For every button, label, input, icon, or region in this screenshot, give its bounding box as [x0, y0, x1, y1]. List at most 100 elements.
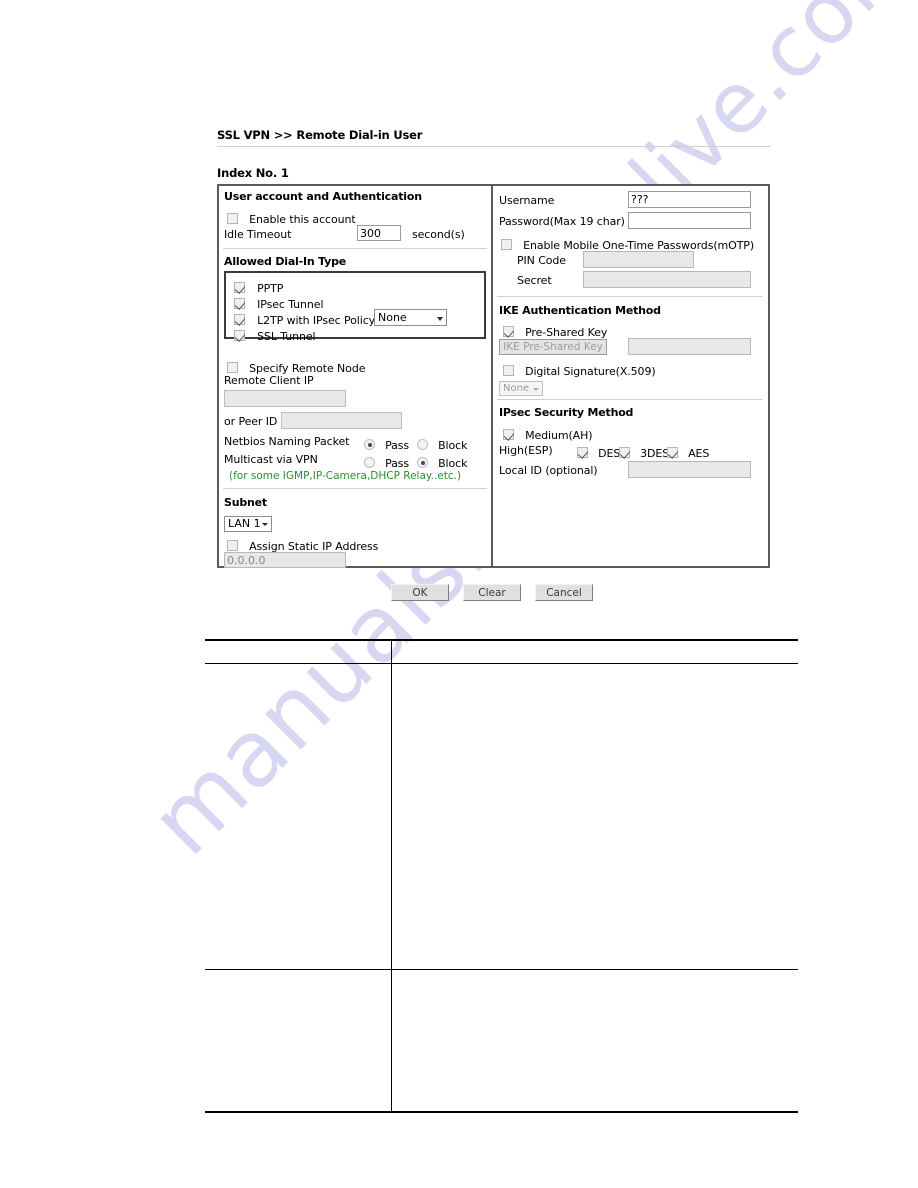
enable-account-row[interactable]: Enable this account [227, 208, 356, 227]
cipher-des-row[interactable]: DES [577, 442, 620, 461]
password-input[interactable] [628, 212, 751, 229]
cipher-aes-row[interactable]: AES [667, 442, 709, 461]
multicast-pass-radio[interactable] [364, 457, 375, 468]
idle-timeout-label: Idle Timeout [224, 228, 292, 241]
netbios-pass-label: Pass [385, 439, 410, 452]
table-row1-right [392, 664, 798, 969]
digital-signature-checkbox[interactable] [503, 365, 514, 376]
local-id-input[interactable] [628, 461, 751, 478]
aes-label: AES [688, 447, 710, 460]
user-account-section-title: User account and Authentication [224, 190, 422, 203]
ipsec-tunnel-checkbox[interactable] [234, 298, 245, 309]
pin-code-input[interactable] [583, 251, 694, 268]
l2tp-checkbox[interactable] [234, 314, 245, 325]
ok-button[interactable]: OK [391, 584, 449, 601]
remote-client-ip-input[interactable] [224, 390, 346, 407]
table-row1-left [205, 664, 391, 969]
pptp-checkbox[interactable] [234, 282, 245, 293]
dialin-item-ssl-tunnel[interactable]: SSL Tunnel [234, 325, 316, 344]
table-header-row [205, 641, 798, 663]
pre-shared-key-label: Pre-Shared Key [525, 326, 608, 339]
motp-checkbox[interactable] [501, 239, 512, 250]
enable-account-label: Enable this account [249, 213, 356, 226]
aes-checkbox[interactable] [667, 447, 678, 458]
settings-panel: User account and Authentication Enable t… [217, 184, 770, 568]
multicast-pass-option[interactable]: Pass [364, 452, 409, 471]
netbios-block-label: Block [438, 439, 468, 452]
medium-ah-row[interactable]: Medium(AH) [503, 424, 593, 443]
right-divider-2 [497, 399, 762, 400]
description-table [205, 639, 798, 1114]
dial-in-section-title: Allowed Dial-In Type [224, 255, 347, 268]
des-checkbox[interactable] [577, 447, 588, 458]
right-divider-1 [497, 296, 762, 297]
pin-code-label: PIN Code [517, 254, 566, 267]
multicast-note: (for some IGMP,IP-Camera,DHCP Relay..etc… [229, 470, 462, 482]
netbios-pass-option[interactable]: Pass [364, 434, 409, 453]
table-bottom-rule [205, 1111, 798, 1114]
l2tp-policy-value: None [378, 311, 407, 324]
static-ip-input[interactable] [224, 552, 346, 568]
ipsec-security-section-title: IPsec Security Method [499, 406, 634, 419]
idle-timeout-input[interactable] [357, 225, 401, 241]
netbios-block-radio[interactable] [417, 439, 428, 450]
multicast-pass-label: Pass [385, 457, 410, 470]
username-label: Username [499, 194, 555, 207]
table-header-left [205, 641, 391, 663]
table-row [205, 664, 798, 969]
dial-in-type-box: PPTP IPsec Tunnel L2TP with IPsec Policy… [224, 271, 486, 343]
multicast-block-radio[interactable] [417, 457, 428, 468]
remote-client-ip-label: Remote Client IP [224, 374, 314, 387]
header-divider [217, 146, 770, 147]
secret-label: Secret [517, 274, 552, 287]
username-input[interactable] [628, 191, 751, 208]
breadcrumb: SSL VPN >> Remote Dial-in User [217, 128, 423, 142]
digital-signature-label: Digital Signature(X.509) [525, 365, 656, 378]
peer-id-label: or Peer ID [224, 415, 278, 428]
digital-signature-row[interactable]: Digital Signature(X.509) [503, 360, 656, 379]
enable-account-checkbox[interactable] [227, 213, 238, 224]
subnet-section-title: Subnet [224, 496, 267, 509]
digital-signature-value: None [503, 383, 530, 394]
multicast-label: Multicast via VPN [224, 453, 318, 466]
ike-pre-shared-key-button[interactable]: IKE Pre-Shared Key [499, 339, 607, 355]
high-esp-label: High(ESP) [499, 444, 553, 457]
specify-remote-node-checkbox[interactable] [227, 362, 238, 373]
page-title: Index No. 1 [217, 166, 289, 180]
digital-signature-select[interactable]: None [499, 381, 543, 396]
des-label: DES [598, 447, 621, 460]
ike-auth-section-title: IKE Authentication Method [499, 304, 661, 317]
tripledes-label: 3DES [640, 447, 670, 460]
clear-button[interactable]: Clear [463, 584, 521, 601]
pre-shared-key-checkbox[interactable] [503, 326, 514, 337]
multicast-block-option[interactable]: Block [417, 452, 467, 471]
left-divider-1 [223, 248, 487, 249]
multicast-block-label: Block [438, 457, 468, 470]
pre-shared-key-row[interactable]: Pre-Shared Key [503, 321, 607, 340]
table-header-right [392, 641, 798, 663]
cipher-3des-row[interactable]: 3DES [619, 442, 669, 461]
chevron-down-icon [533, 387, 539, 391]
netbios-label: Netbios Naming Packet [224, 435, 350, 448]
ssl-tunnel-label: SSL Tunnel [257, 330, 316, 343]
ike-pre-shared-key-input[interactable] [628, 338, 751, 355]
subnet-select[interactable]: LAN 1 [224, 516, 272, 532]
table-row2-left [205, 970, 391, 1111]
tripledes-checkbox[interactable] [619, 447, 630, 458]
local-id-label: Local ID (optional) [499, 464, 598, 477]
right-column: Username Password(Max 19 char) Enable Mo… [493, 186, 768, 566]
cancel-button[interactable]: Cancel [535, 584, 593, 601]
l2tp-policy-select[interactable]: None [374, 309, 447, 326]
secret-input[interactable] [583, 271, 751, 288]
medium-ah-label: Medium(AH) [525, 429, 593, 442]
table-body [205, 641, 798, 1112]
netbios-pass-radio[interactable] [364, 439, 375, 450]
assign-static-ip-checkbox[interactable] [227, 540, 238, 551]
peer-id-input[interactable] [281, 412, 402, 429]
ssl-tunnel-checkbox[interactable] [234, 330, 245, 341]
medium-ah-checkbox[interactable] [503, 429, 514, 440]
subnet-value: LAN 1 [228, 517, 261, 530]
netbios-block-option[interactable]: Block [417, 434, 467, 453]
table-row2-right [392, 970, 798, 1111]
chevron-down-icon [437, 316, 443, 321]
